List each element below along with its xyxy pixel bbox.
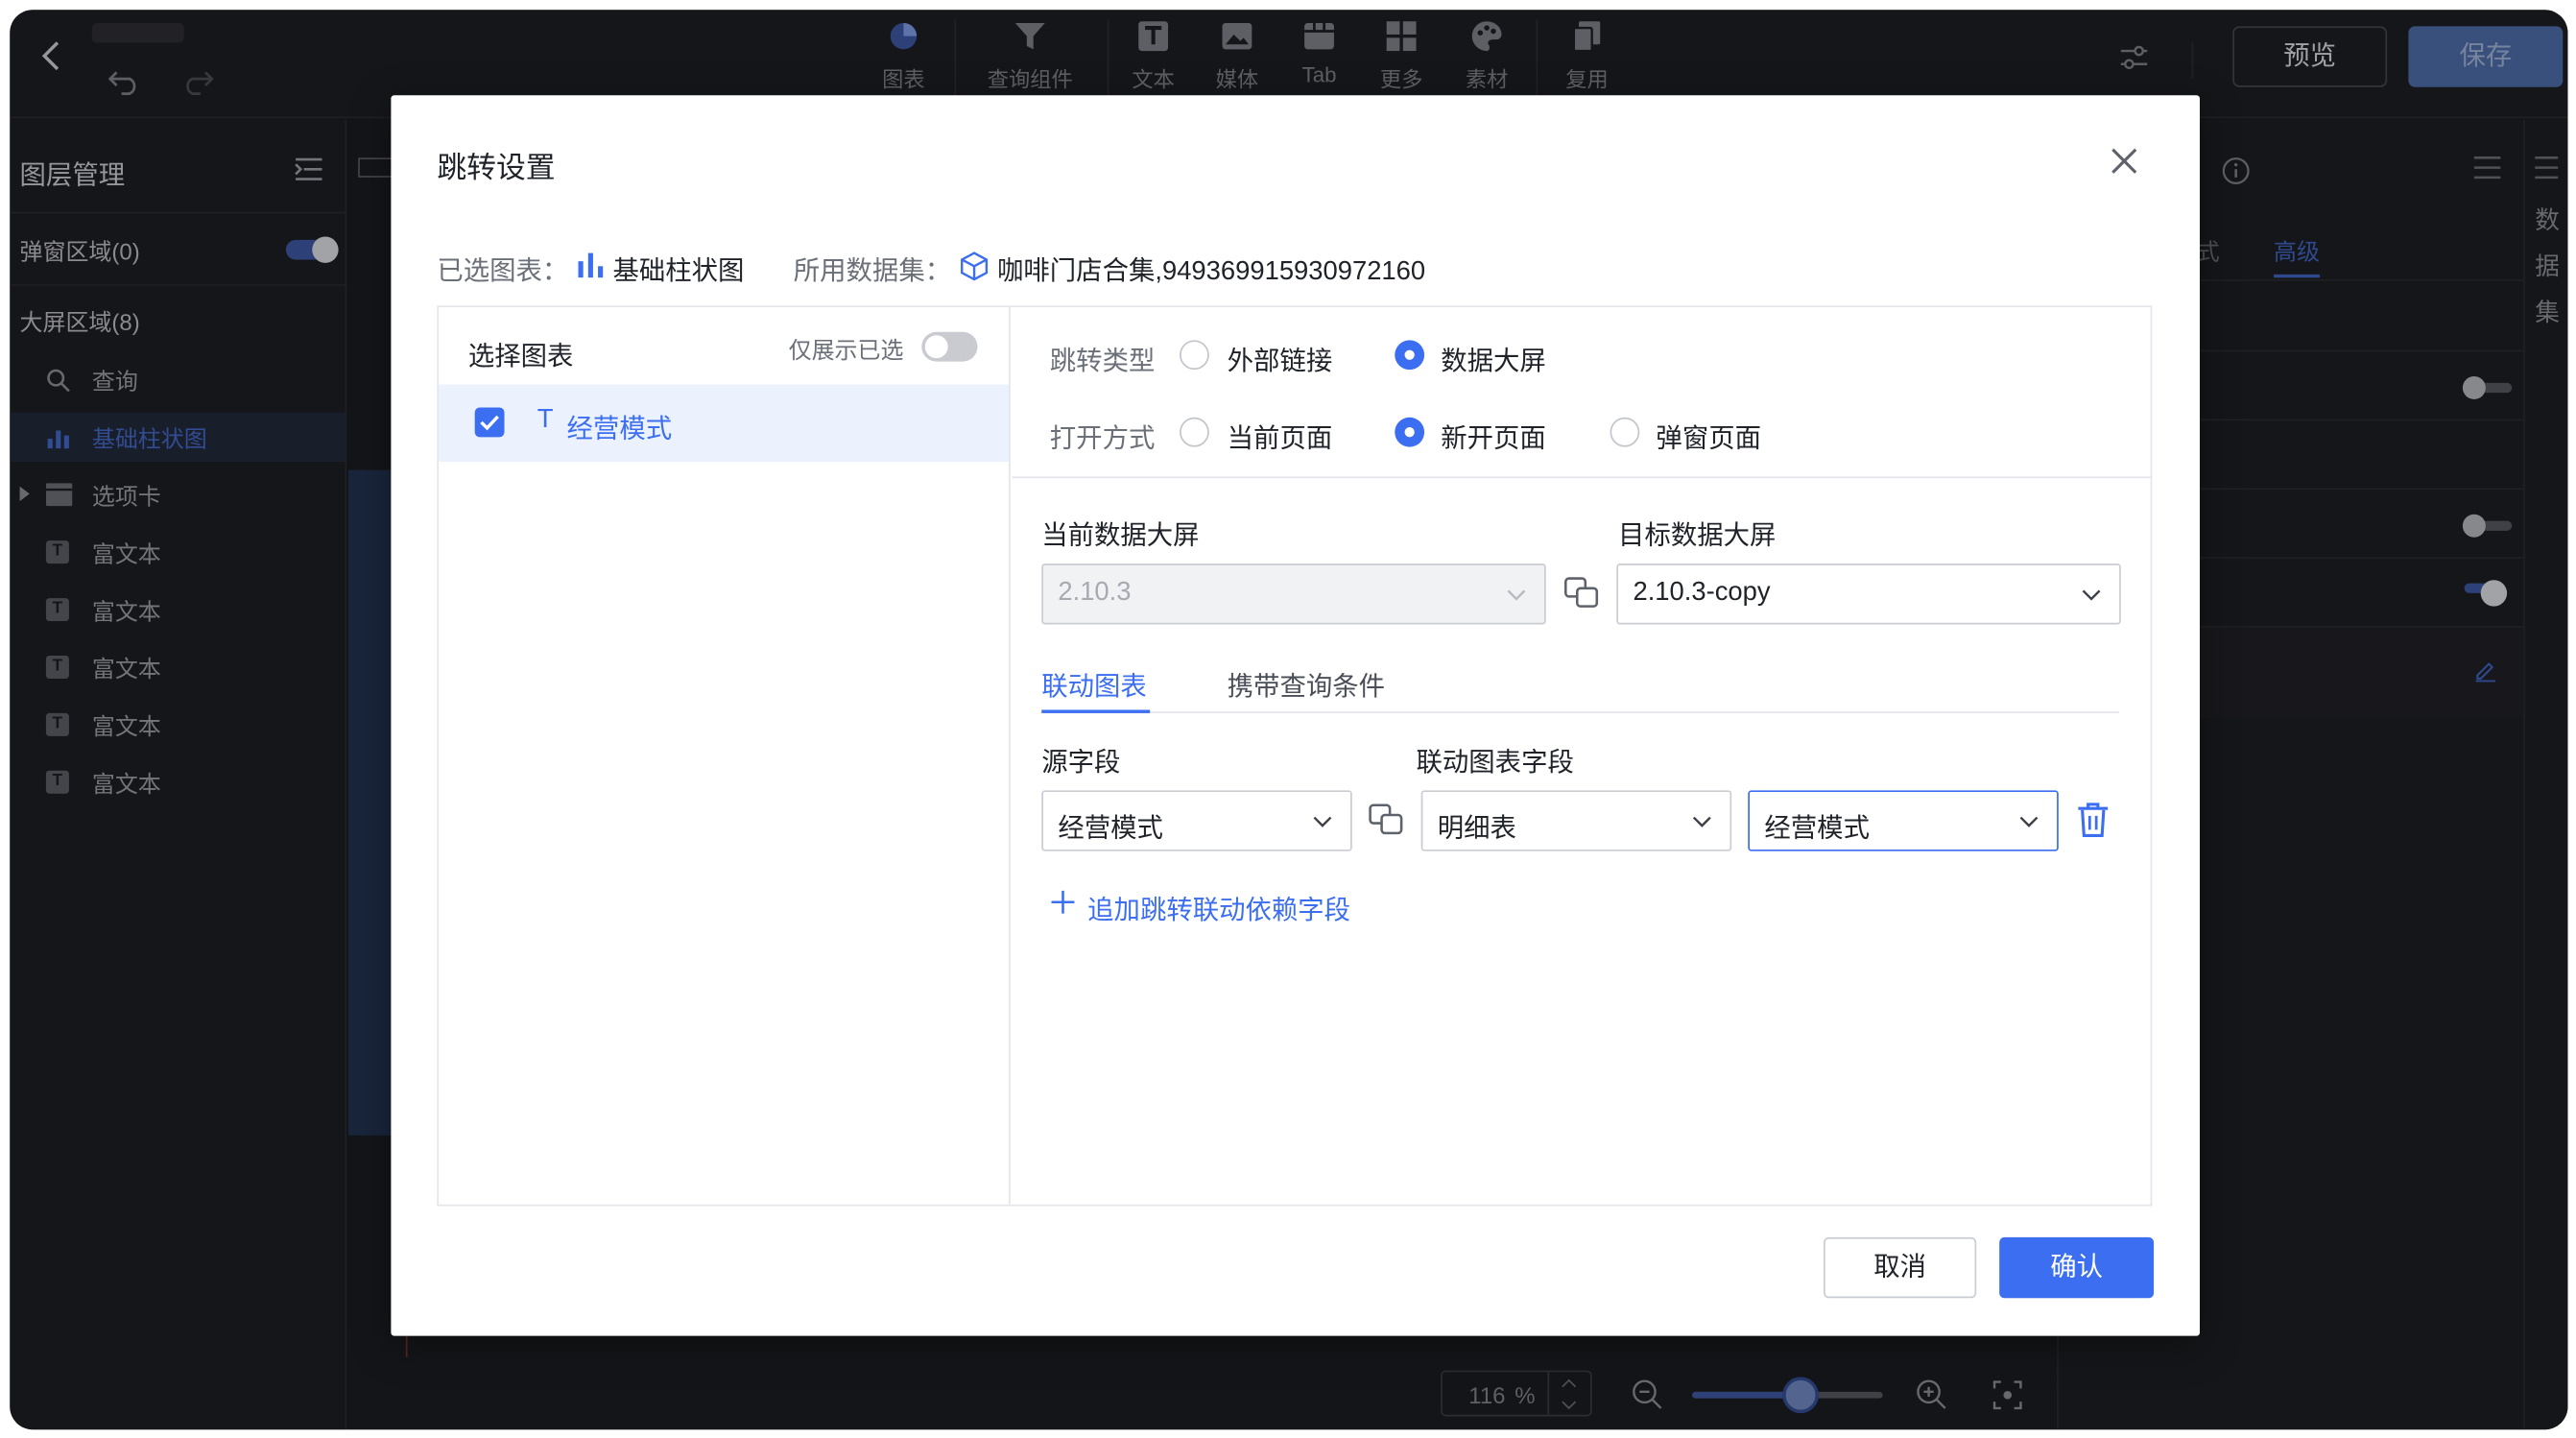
- chevron-down-icon: [1692, 816, 1711, 827]
- radio-label[interactable]: 外部链接: [1228, 339, 1333, 378]
- chart-type-prefix: T: [537, 405, 554, 434]
- radio-current-page[interactable]: [1180, 417, 1209, 447]
- select-value: 2.10.3-copy: [1633, 578, 1771, 607]
- chart-selector: 选择图表 仅展示已选 T 经营模式: [439, 307, 1011, 1205]
- select-value: 经营模式: [1058, 815, 1163, 844]
- radio-popup-page[interactable]: [1610, 417, 1640, 447]
- radio-label[interactable]: 数据大屏: [1441, 339, 1546, 378]
- source-field-select[interactable]: 经营模式: [1041, 790, 1352, 851]
- app-window: 图表 查询组件 文本 媒体 Tab 更多 素材 复用 预览 保存 图层管理 弹窗…: [10, 10, 2568, 1430]
- dataset-label: 所用数据集：: [793, 257, 952, 286]
- only-selected-toggle[interactable]: [921, 331, 978, 362]
- target-screen-select[interactable]: 2.10.3-copy: [1616, 563, 2121, 625]
- dialog-body: 选择图表 仅展示已选 T 经营模式 跳转类型 外部链接 数据大屏 打开方式 当前…: [437, 305, 2153, 1207]
- tab-query-conditions[interactable]: 携带查询条件: [1228, 664, 1385, 704]
- source-field-label: 源字段: [1041, 749, 1121, 778]
- jump-settings-dialog: 跳转设置 已选图表： 基础柱状图 所用数据集： 咖啡门店合集,949369915…: [391, 95, 2201, 1336]
- confirm-button[interactable]: 确认: [1999, 1236, 2155, 1299]
- only-selected-label: 仅展示已选: [788, 336, 904, 364]
- dataset-cube-icon: [961, 252, 989, 281]
- chevron-down-icon: [2019, 816, 2039, 827]
- plus-icon[interactable]: [1051, 890, 1075, 914]
- radio-data-screen[interactable]: [1395, 340, 1425, 371]
- chart-selector-title: 选择图表: [467, 343, 574, 371]
- select-value: 经营模式: [1764, 815, 1870, 844]
- select-value: 明细表: [1437, 815, 1516, 844]
- dialog-title: 跳转设置: [437, 151, 556, 184]
- dataset-value: 咖啡门店合集,949369915930972160: [997, 257, 1426, 286]
- radio-label[interactable]: 弹窗页面: [1656, 416, 1761, 455]
- current-screen-label: 当前数据大屏: [1041, 522, 1200, 551]
- selected-chart-label: 已选图表：: [437, 257, 569, 286]
- radio-label[interactable]: 新开页面: [1441, 416, 1546, 455]
- linked-table-select[interactable]: 明细表: [1420, 790, 1732, 851]
- select-value: 2.10.3: [1058, 578, 1132, 607]
- divider: [1012, 476, 2153, 479]
- close-icon[interactable]: [2108, 145, 2140, 178]
- delete-icon[interactable]: [2077, 802, 2110, 838]
- tab-linked-charts[interactable]: 联动图表: [1041, 664, 1147, 704]
- bar-chart-icon: [578, 252, 604, 278]
- chevron-down-icon: [1507, 589, 1526, 601]
- radio-new-page[interactable]: [1395, 417, 1425, 447]
- selected-chart-value: 基础柱状图: [612, 257, 745, 286]
- open-mode-label: 打开方式: [1049, 425, 1156, 454]
- add-dependency-field-link[interactable]: 追加跳转联动依赖字段: [1087, 887, 1350, 926]
- chevron-down-icon: [2082, 589, 2101, 601]
- link-swap-icon: [1563, 577, 1599, 608]
- checkbox[interactable]: [474, 407, 505, 438]
- linked-field-select[interactable]: 经营模式: [1748, 790, 2059, 851]
- chart-list-item[interactable]: T 经营模式: [439, 384, 1010, 462]
- radio-external-link[interactable]: [1180, 340, 1209, 371]
- chart-item-label: 经营模式: [566, 416, 673, 444]
- linked-field-label: 联动图表字段: [1416, 749, 1574, 778]
- link-swap-icon: [1369, 803, 1403, 835]
- current-screen-select: 2.10.3: [1041, 563, 1546, 625]
- target-screen-label: 目标数据大屏: [1618, 522, 1777, 551]
- chevron-down-icon: [1313, 816, 1332, 827]
- cancel-button[interactable]: 取消: [1824, 1236, 1977, 1299]
- tab-divider: [1041, 711, 2120, 713]
- radio-label[interactable]: 当前页面: [1228, 416, 1333, 455]
- jump-config: 跳转类型 外部链接 数据大屏 打开方式 当前页面 新开页面 弹窗页面 当前数据大…: [1012, 307, 2153, 1205]
- jump-type-label: 跳转类型: [1049, 348, 1156, 376]
- tab-active-underline: [1041, 709, 1151, 713]
- check-icon: [480, 415, 499, 431]
